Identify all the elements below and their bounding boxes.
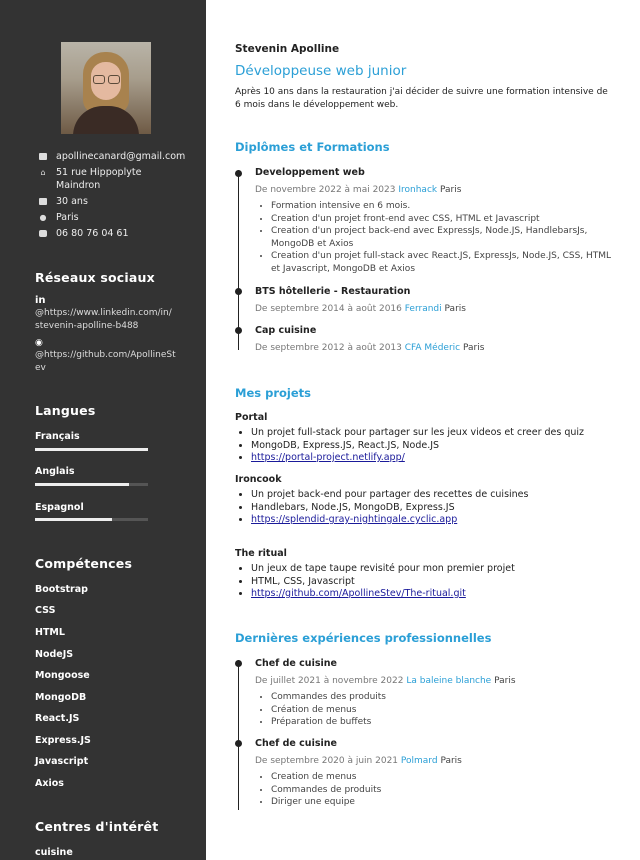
education-meta: De novembre 2022 à mai 2023 Ironhack Par… <box>255 185 462 195</box>
education-heading: Diplômes et Formations <box>235 140 390 154</box>
project-link[interactable]: https://portal-project.netlify.app/ <box>251 452 405 463</box>
language-name: Espagnol <box>35 502 84 513</box>
project-name: The ritual <box>235 548 287 559</box>
project-bullets: Un projet full-stack pour partager sur l… <box>235 427 631 465</box>
experience-heading: Dernières expériences professionnelles <box>235 631 492 645</box>
contact-email[interactable]: apollinecanard@gmail.com <box>38 150 185 163</box>
skill-item: HTML <box>35 627 65 638</box>
list-item: Commandes des produits <box>271 691 621 704</box>
projects-heading: Mes projets <box>235 386 311 400</box>
contact-address: ⌂ 51 rue Hippoplyte Maindron <box>38 166 141 192</box>
experience-bullets: Creation de menus Commandes de produits … <box>255 771 621 809</box>
list-item: Un projet back-end pour partager des rec… <box>251 489 631 502</box>
timeline-line <box>238 170 239 350</box>
skill-item: Express.JS <box>35 735 91 746</box>
timeline-dot <box>235 288 242 295</box>
job-title: Développeuse web junior <box>235 63 407 79</box>
profile-photo <box>61 42 151 134</box>
list-item: Handlebars, Node.JS, MongoDB, Express.JS <box>251 502 631 515</box>
timeline-dot <box>235 740 242 747</box>
skill-item: Bootstrap <box>35 584 88 595</box>
experience-org-link[interactable]: La baleine blanche <box>406 676 491 686</box>
education-meta: De septembre 2012 à août 2013 CFA Méderi… <box>255 343 485 353</box>
list-item: Commandes de produits <box>271 784 621 797</box>
contact-age: 30 ans <box>38 195 88 208</box>
list-item: Préparation de buffets <box>271 716 621 729</box>
timeline-line <box>238 660 239 810</box>
list-item: Un projet full-stack pour partager sur l… <box>251 427 631 440</box>
list-item: Creation de menus <box>271 771 621 784</box>
list-item: https://portal-project.netlify.app/ <box>251 452 631 465</box>
language-name: Français <box>35 431 80 442</box>
list-item: Creation d'un project back-end avec Expr… <box>271 225 621 250</box>
education-title: Developpement web <box>255 167 365 178</box>
skills-heading: Compétences <box>35 556 133 571</box>
skill-item: Axios <box>35 778 64 789</box>
timeline-dot <box>235 327 242 334</box>
github-link[interactable]: @https://github.com/ApollineSt ev <box>35 349 176 375</box>
calendar-icon <box>38 196 48 206</box>
contact-city: ● Paris <box>39 212 79 223</box>
github-icon: ◉ <box>35 338 43 348</box>
language-level-bar <box>35 448 148 451</box>
skill-item: Javascript <box>35 756 89 767</box>
person-name: Stevenin Apolline <box>235 43 340 55</box>
phone-icon <box>38 228 48 238</box>
education-org-link[interactable]: CFA Méderic <box>405 343 460 353</box>
contact-phone: 06 80 76 04 61 <box>38 227 129 240</box>
skill-item: CSS <box>35 605 56 616</box>
map-pin-icon: ● <box>39 212 47 222</box>
experience-org-link[interactable]: Polmard <box>401 756 438 766</box>
education-meta: De septembre 2014 à août 2016 Ferrandi P… <box>255 304 466 314</box>
list-item: Un jeux de tape taupe revisité pour mon … <box>251 563 631 576</box>
project-link[interactable]: https://github.com/ApollineStev/The-ritu… <box>251 588 466 599</box>
timeline-dot <box>235 170 242 177</box>
skill-item: NodeJS <box>35 649 74 660</box>
intro-text: Après 10 ans dans la restauration j'ai d… <box>235 87 608 110</box>
experience-meta: De juillet 2021 à novembre 2022 La balei… <box>255 676 516 686</box>
education-title: BTS hôtellerie - Restauration <box>255 286 411 297</box>
interests-heading: Centres d'intérêt <box>35 819 159 834</box>
sidebar: apollinecanard@gmail.com ⌂ 51 rue Hippop… <box>0 0 206 860</box>
home-icon: ⌂ <box>40 167 46 177</box>
list-item: Création de menus <box>271 704 621 717</box>
list-item: Diriger une equipe <box>271 796 621 809</box>
education-org-link[interactable]: Ironhack <box>398 185 437 195</box>
education-org-link[interactable]: Ferrandi <box>405 304 442 314</box>
list-item: https://github.com/ApollineStev/The-ritu… <box>251 588 631 601</box>
list-item: MongoDB, Express.JS, React.JS, Node.JS <box>251 440 631 453</box>
list-item: https://splendid-gray-nightingale.cyclic… <box>251 514 631 527</box>
interest-item: cuisine <box>35 847 73 858</box>
project-bullets: Un projet back-end pour partager des rec… <box>235 489 631 527</box>
project-bullets: Un jeux de tape taupe revisité pour mon … <box>235 563 631 601</box>
timeline-dot <box>235 660 242 667</box>
experience-meta: De septembre 2020 à juin 2021 Polmard Pa… <box>255 756 462 766</box>
languages-heading: Langues <box>35 403 96 418</box>
experience-title: Chef de cuisine <box>255 738 337 749</box>
list-item: Creation d'un projet full-stack avec Rea… <box>271 250 621 275</box>
skill-item: MongoDB <box>35 692 87 703</box>
skill-item: Mongoose <box>35 670 90 681</box>
skill-item: React.JS <box>35 713 80 724</box>
language-level-bar <box>35 518 148 521</box>
envelope-icon <box>38 151 48 161</box>
list-item: Formation intensive en 6 mois. <box>271 200 621 213</box>
experience-title: Chef de cuisine <box>255 658 337 669</box>
language-name: Anglais <box>35 466 75 477</box>
linkedin-link[interactable]: @https://www.linkedin.com/in/stevenin-ap… <box>35 307 172 333</box>
language-level-bar <box>35 483 148 486</box>
list-item: Creation d'un projet front-end avec CSS,… <box>271 213 621 226</box>
list-item: HTML, CSS, Javascript <box>251 576 631 589</box>
education-bullets: Formation intensive en 6 mois. Creation … <box>255 200 621 275</box>
project-name: Portal <box>235 412 268 423</box>
project-link[interactable]: https://splendid-gray-nightingale.cyclic… <box>251 514 457 525</box>
project-name: Ironcook <box>235 474 282 485</box>
social-heading: Réseaux sociaux <box>35 270 155 285</box>
education-title: Cap cuisine <box>255 325 317 336</box>
linkedin-icon: in <box>35 295 46 306</box>
experience-bullets: Commandes des produits Création de menus… <box>255 691 621 729</box>
